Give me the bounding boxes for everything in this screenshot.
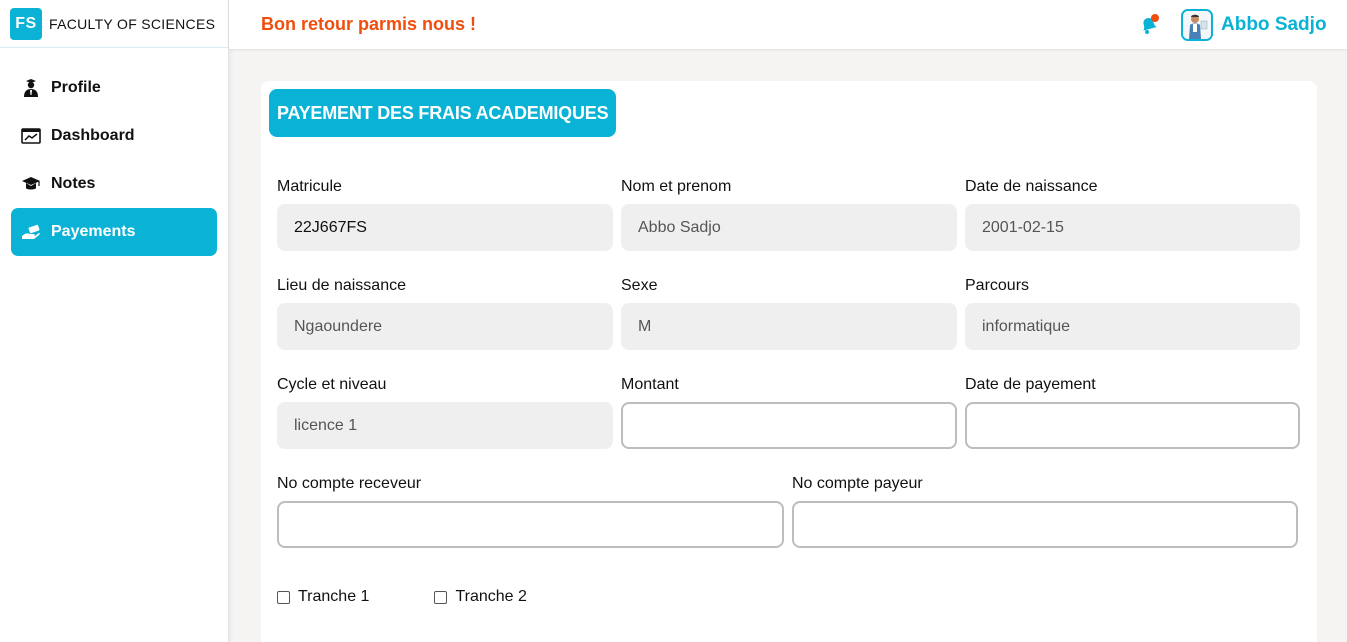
nom-prenom-label: Nom et prenom <box>621 178 732 195</box>
compte-receveur-input[interactable] <box>277 501 784 548</box>
cycle-niveau-input[interactable]: licence 1 <box>277 402 613 449</box>
parcours-input[interactable]: informatique <box>965 303 1300 350</box>
nom-prenom-input[interactable]: Abbo Sadjo <box>621 204 957 251</box>
sidebar-item-payements[interactable]: Payements <box>11 208 217 256</box>
sidebar-item-label: Profile <box>51 79 101 96</box>
sidebar-item-profile[interactable]: Profile <box>11 64 217 112</box>
sidebar-item-label: Notes <box>51 175 96 192</box>
sexe-label: Sexe <box>621 277 658 294</box>
montant-label: Montant <box>621 376 679 393</box>
date-naissance-label: Date de naissance <box>965 178 1098 195</box>
brand-name: FACULTY OF SCIENCES <box>49 15 216 32</box>
date-payement-field: Date de payement <box>965 375 1300 449</box>
graduation-cap-icon <box>21 174 41 194</box>
form-title: PAYEMENT DES FRAIS ACADEMIQUES <box>269 89 617 137</box>
compte-payeur-input[interactable] <box>792 501 1298 548</box>
top-bar: Bon retour parmis nous ! Abbo Sadjo <box>229 0 1347 49</box>
matricule-input[interactable]: 22J667FS <box>277 204 613 251</box>
sexe-input[interactable]: M <box>621 303 957 350</box>
notification-bell-icon[interactable] <box>1137 13 1161 37</box>
tranche-1-option[interactable]: Tranche 1 <box>277 588 369 606</box>
compte-payeur-field: No compte payeur <box>792 474 1298 548</box>
compte-receveur-label: No compte receveur <box>277 475 422 492</box>
cycle-niveau-label: Cycle et niveau <box>277 376 387 393</box>
tranche-1-label: Tranche 1 <box>298 588 370 605</box>
date-payement-label: Date de payement <box>965 376 1096 393</box>
brand[interactable]: FS FACULTY OF SCIENCES <box>0 0 228 48</box>
sidebar-nav: Profile Dashboard Notes Payements <box>0 48 228 256</box>
sidebar-item-label: Payements <box>51 223 136 240</box>
lieu-naissance-label: Lieu de naissance <box>277 277 406 294</box>
date-naissance-field: Date de naissance 2001-02-15 <box>965 177 1300 251</box>
matricule-field: Matricule 22J667FS <box>277 177 613 251</box>
montant-field: Montant <box>621 375 957 449</box>
parcours-label: Parcours <box>965 277 1030 294</box>
sexe-field: Sexe M <box>621 276 957 350</box>
cycle-niveau-field: Cycle et niveau licence 1 <box>277 375 613 449</box>
hand-money-icon <box>21 222 41 242</box>
student-icon <box>21 78 41 98</box>
matricule-label: Matricule <box>277 178 342 195</box>
lieu-naissance-input[interactable]: Ngaoundere <box>277 303 613 350</box>
compte-receveur-field: No compte receveur <box>277 474 784 548</box>
tranche-options: Tranche 1 Tranche 2 <box>277 588 592 606</box>
tranche-2-checkbox[interactable] <box>434 590 448 604</box>
date-payement-input[interactable] <box>965 402 1300 449</box>
parcours-field: Parcours informatique <box>965 276 1300 350</box>
app-root: FS FACULTY OF SCIENCES Profile Dashboard <box>0 0 1347 642</box>
nom-prenom-field: Nom et prenom Abbo Sadjo <box>621 177 957 251</box>
montant-input[interactable] <box>621 402 957 449</box>
tranche-2-option[interactable]: Tranche 2 <box>434 588 527 606</box>
date-naissance-input[interactable]: 2001-02-15 <box>965 204 1300 251</box>
sidebar-item-notes[interactable]: Notes <box>11 160 217 208</box>
sidebar-item-label: Dashboard <box>51 127 135 144</box>
lieu-naissance-field: Lieu de naissance Ngaoundere <box>277 276 613 350</box>
tranche-1-checkbox[interactable] <box>277 590 290 604</box>
payment-form-card: PAYEMENT DES FRAIS ACADEMIQUES Matricule… <box>261 81 1317 642</box>
sidebar: FS FACULTY OF SCIENCES Profile Dashboard <box>0 0 229 642</box>
tranche-2-label: Tranche 2 <box>455 588 527 605</box>
compte-payeur-label: No compte payeur <box>792 475 923 492</box>
avatar[interactable] <box>1181 9 1213 41</box>
dashboard-icon <box>21 126 41 146</box>
welcome-message: Bon retour parmis nous ! <box>261 14 477 34</box>
brand-logo: FS <box>10 7 42 40</box>
username[interactable]: Abbo Sadjo <box>1221 14 1327 36</box>
sidebar-item-dashboard[interactable]: Dashboard <box>11 112 217 160</box>
